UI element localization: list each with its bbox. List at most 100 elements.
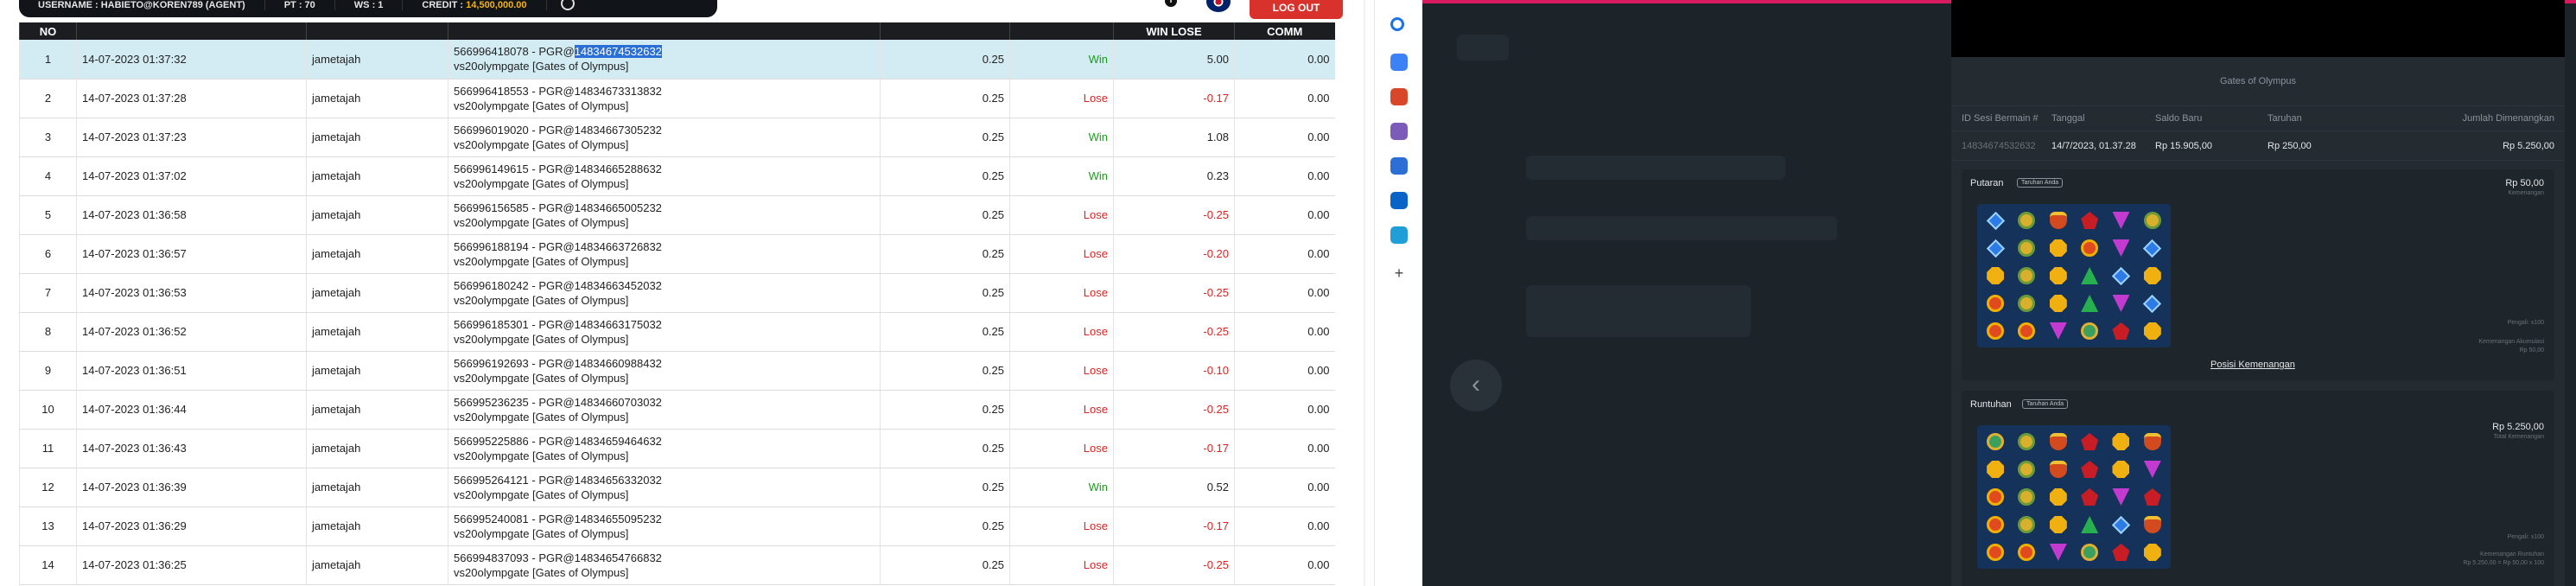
table-row[interactable]: 2 14-07-2023 01:37:28 jametajah 56699641855…	[19, 79, 1335, 118]
copilot-icon[interactable]	[1390, 157, 1408, 175]
table-row[interactable]: 3 14-07-2023 01:37:23 jametajah 56699601902…	[19, 118, 1335, 157]
refresh-icon[interactable]	[560, 0, 575, 10]
transaction-id: 566996418078 - PGR@	[454, 45, 575, 59]
row-transaction[interactable]: 566995264121 - PGR@14834656332032 vs20oly…	[448, 468, 881, 507]
panel-header	[1951, 0, 2565, 57]
row-username: jametajah	[306, 40, 448, 80]
row-transaction[interactable]: 566996149615 - PGR@14834665288632 vs20oly…	[448, 156, 881, 196]
table-row[interactable]: 13 14-07-2023 01:36:29 jametajah 5669952400…	[19, 506, 1335, 546]
tumble-badge: Taruhan Anda	[2022, 399, 2069, 409]
row-transaction[interactable]: 566996185301 - PGR@14834663175032 vs20oly…	[448, 312, 881, 352]
uk-flag-icon[interactable]	[1206, 0, 1231, 12]
game-name: vs20olympgate [Gates of Olympus]	[454, 99, 629, 112]
row-transaction[interactable]: 566995240081 - PGR@14834655095232 vs20oly…	[448, 506, 881, 546]
tumble-section: Runtuhan Taruhan Anda Rp 5.250,00 Total …	[1962, 391, 2554, 586]
tumble-title: Runtuhan	[1970, 399, 2012, 410]
table-row[interactable]: 8 14-07-2023 01:36:52 jametajah 56699618530…	[19, 312, 1335, 352]
table-row[interactable]: 10 14-07-2023 01:36:44 jametajah 5669952362…	[19, 390, 1335, 430]
table-row[interactable]: 14 14-07-2023 01:36:25 jametajah 5669948370…	[19, 545, 1335, 585]
table-row[interactable]: 6 14-07-2023 01:36:57 jametajah 56699618819…	[19, 234, 1335, 274]
row-result: Win	[1009, 156, 1114, 196]
row-result: Lose	[1009, 351, 1114, 391]
transaction-id: 566996188194 - PGR@14834663726832	[454, 239, 662, 253]
briefcase-icon[interactable]	[1390, 88, 1408, 105]
slot-symbol-yel-icon	[2044, 512, 2073, 538]
slot-symbol-yel-icon	[2106, 456, 2135, 482]
row-username: jametajah	[306, 545, 448, 585]
table-row[interactable]: 11 14-07-2023 01:36:43 jametajah 5669952258…	[19, 429, 1335, 468]
row-transaction[interactable]: 566996180242 - PGR@14834663452032 vs20oly…	[448, 273, 881, 313]
row-transaction[interactable]: 566996192693 - PGR@14834660988432 vs20oly…	[448, 351, 881, 391]
slot-symbol-blue-icon	[1981, 207, 2010, 233]
row-bet: 0.25	[880, 351, 1010, 391]
credit-value: 14,500,000.00	[466, 0, 527, 10]
slot-symbol-red-icon	[2075, 456, 2104, 482]
table-row[interactable]: 1 14-07-2023 01:37:32 jametajah 56699641807…	[19, 40, 1335, 80]
row-winlose: -0.25	[1113, 195, 1235, 235]
background-panel	[1526, 216, 1837, 240]
transaction-id: 566996418553 - PGR@14834673313832	[454, 84, 662, 98]
agent-top-bar: USERNAME : HABIETO@KOREN789 (AGENT) PT :…	[19, 0, 717, 17]
accumulated-value: Rp 50,00	[2519, 347, 2544, 354]
table-row[interactable]: 7 14-07-2023 01:36:53 jametajah 56699618024…	[19, 273, 1335, 313]
row-comm: 0.00	[1234, 40, 1335, 80]
row-bet: 0.25	[880, 234, 1010, 274]
row-username: jametajah	[306, 429, 448, 468]
row-username: jametajah	[306, 79, 448, 118]
row-number: 8	[19, 312, 77, 352]
outlook-icon[interactable]	[1390, 192, 1408, 209]
row-result: Win	[1009, 468, 1114, 507]
search-icon[interactable]	[1390, 17, 1404, 31]
slot-symbol-ring-icon	[2138, 207, 2167, 233]
row-transaction[interactable]: 566995225886 - PGR@14834659464632 vs20oly…	[448, 429, 881, 468]
row-number: 4	[19, 156, 77, 196]
tag-icon[interactable]	[1390, 54, 1408, 71]
header-session-id: ID Sesi Bermain #	[1962, 113, 2039, 124]
row-date: 14-07-2023 01:36:58	[76, 195, 307, 235]
back-arrow-icon[interactable]: ‹	[1450, 360, 1502, 411]
slot-symbol-ear-icon	[2075, 539, 2104, 565]
logout-button[interactable]: LOG OUT	[1250, 0, 1343, 19]
row-winlose: -0.17	[1113, 506, 1235, 546]
row-transaction[interactable]: 566996156585 - PGR@14834665005232 vs20oly…	[448, 195, 881, 235]
slot-symbol-blue-icon	[2138, 235, 2167, 261]
row-transaction[interactable]: 566996418078 - PGR@14834674532632 vs20oly…	[448, 40, 881, 80]
row-comm: 0.00	[1234, 79, 1335, 118]
row-transaction[interactable]: 566994837093 - PGR@14834654766832 vs20oly…	[448, 545, 881, 585]
row-date: 14-07-2023 01:36:43	[76, 429, 307, 468]
row-date: 14-07-2023 01:37:32	[76, 40, 307, 80]
row-transaction[interactable]: 566995236235 - PGR@14834660703032 vs20oly…	[448, 390, 881, 430]
send-icon[interactable]	[1390, 226, 1408, 244]
row-bet: 0.25	[880, 79, 1010, 118]
table-row[interactable]: 4 14-07-2023 01:37:02 jametajah 56699614961…	[19, 156, 1335, 196]
people-icon[interactable]	[1390, 123, 1408, 140]
row-username: jametajah	[306, 390, 448, 430]
slot-symbol-yel-icon	[2044, 235, 2073, 261]
row-comm: 0.00	[1234, 429, 1335, 468]
row-transaction[interactable]: 566996188194 - PGR@14834663726832 vs20oly…	[448, 234, 881, 274]
row-transaction[interactable]: 566996019020 - PGR@14834667305232 vs20oly…	[448, 118, 881, 157]
table-body: 1 14-07-2023 01:37:32 jametajah 56699641807…	[19, 40, 1335, 585]
slot-symbol-yel-icon	[1981, 456, 2010, 482]
table-row[interactable]: 12 14-07-2023 01:36:39 jametajah 5669952641…	[19, 468, 1335, 507]
row-transaction[interactable]: 566996418553 - PGR@14834673313832 vs20oly…	[448, 79, 881, 118]
row-username: jametajah	[306, 468, 448, 507]
game-name: vs20olympgate [Gates of Olympus]	[454, 449, 629, 462]
col-header-transaction	[448, 22, 881, 40]
table-row[interactable]: 9 14-07-2023 01:36:51 jametajah 56699619269…	[19, 351, 1335, 391]
win-position-link[interactable]: Posisi Kemenangan	[2210, 360, 2295, 370]
row-comm: 0.00	[1234, 506, 1335, 546]
row-number: 2	[19, 79, 77, 118]
tumble-reel-grid	[1977, 425, 2171, 569]
slot-symbol-orb-icon	[2012, 539, 2041, 565]
game-history-window: ‹ Gates of Olympus ID Sesi Bermain # Tan…	[1422, 0, 2576, 586]
plus-icon[interactable]: +	[1390, 264, 1408, 282]
row-date: 14-07-2023 01:37:23	[76, 118, 307, 157]
table-row[interactable]: 5 14-07-2023 01:36:58 jametajah 56699615658…	[19, 195, 1335, 235]
row-result: Lose	[1009, 195, 1114, 235]
slot-symbol-orb-icon	[2012, 318, 2041, 344]
row-comm: 0.00	[1234, 195, 1335, 235]
slot-symbol-red-icon	[2075, 429, 2104, 455]
info-icon[interactable]: i	[1165, 0, 1177, 7]
game-name: vs20olympgate [Gates of Olympus]	[454, 176, 629, 190]
